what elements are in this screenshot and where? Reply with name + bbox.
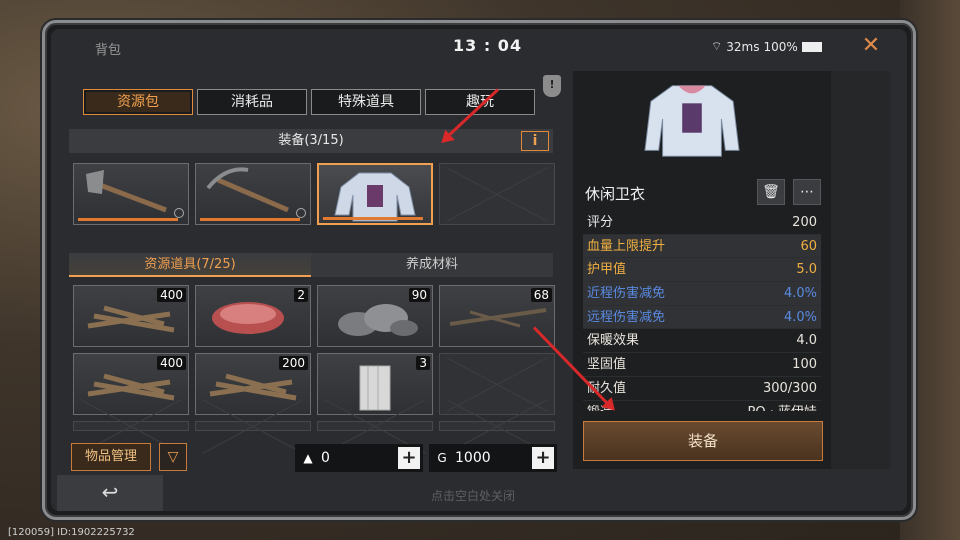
more-options-icon[interactable]: ⋯ xyxy=(793,179,821,205)
equip-slot-pickaxe[interactable] xyxy=(195,163,311,225)
currency-gold: G 1000 + xyxy=(429,444,557,472)
stat-row: 保暖效果 4.0 xyxy=(583,329,821,354)
stat-row: 耐久值 300/300 xyxy=(583,377,821,401)
shield-icon[interactable]: ! xyxy=(543,75,561,97)
durability-bar xyxy=(78,218,178,221)
durability-bar xyxy=(200,218,300,221)
back-arrow-icon: ↩ xyxy=(101,480,119,504)
window-title: 背包 xyxy=(95,43,122,58)
tab-fun[interactable]: 趣玩 xyxy=(425,89,535,115)
stat-row: 评分 200 xyxy=(583,211,821,235)
filter-icon[interactable]: ▽ xyxy=(159,443,187,471)
tab-consumables[interactable]: 消耗品 xyxy=(197,89,307,115)
add-points-button[interactable]: + xyxy=(398,447,420,469)
stat-row: 坚固值 100 xyxy=(583,353,821,377)
axe-icon xyxy=(86,170,167,213)
back-button[interactable]: ↩ xyxy=(57,475,163,511)
decorative-panel xyxy=(831,71,891,469)
clock: 13 : 04 xyxy=(453,36,523,55)
clock-icon xyxy=(174,208,184,218)
inventory-window: 背包 13 : 04 ⌔ 32ms 100% ✕ 资源包 消耗品 特殊道具 趣玩… xyxy=(42,20,916,520)
item-detail-panel: 休闲卫衣 🗑 ⋯ 评分 200 血量上限提升 60 护甲值 5.0 近程伤害减免 4.0… xyxy=(573,71,891,469)
resource-slot[interactable]: 400 xyxy=(73,285,189,347)
info-icon[interactable]: i xyxy=(521,131,549,151)
equip-slot-empty[interactable] xyxy=(439,163,555,225)
stat-row: 远程伤害减免 4.0% xyxy=(583,305,821,330)
stats-list: 评分 200 血量上限提升 60 护甲值 5.0 近程伤害减免 4.0% 远程伤害减免 4… xyxy=(583,211,821,411)
jacket-preview-image xyxy=(644,85,740,157)
inventory-panel: 资源包 消耗品 特殊道具 趣玩 ! 装备(3/15) i 资源道具(7/25) xyxy=(69,71,561,472)
resource-slot-partial xyxy=(195,421,311,431)
item-manage-button[interactable]: 物品管理 xyxy=(71,443,151,471)
stat-row: 血量上限提升 60 xyxy=(583,234,821,259)
subtab-materials[interactable]: 养成材料 xyxy=(311,253,553,277)
latency: 32ms xyxy=(726,39,760,54)
trash-icon[interactable]: 🗑 xyxy=(757,179,785,205)
gold-icon: G xyxy=(437,451,447,465)
equip-slot-jacket[interactable] xyxy=(317,163,433,225)
tab-special-items[interactable]: 特殊道具 xyxy=(311,89,421,115)
clock-icon xyxy=(296,208,306,218)
close-hint: 点击空白处关闭 xyxy=(431,489,516,503)
equip-slot-axe[interactable] xyxy=(73,163,189,225)
stat-row: 护甲值 5.0 xyxy=(583,258,821,283)
wifi-icon: ⌔ xyxy=(711,39,723,53)
item-name: 休闲卫衣 xyxy=(585,185,646,203)
add-gold-button[interactable]: + xyxy=(532,447,554,469)
durability-bar xyxy=(323,217,423,220)
resource-slot-partial xyxy=(439,421,555,431)
resource-slot[interactable]: 90 xyxy=(317,285,433,347)
status-info: ⌔ 32ms 100% xyxy=(711,39,822,54)
pickaxe-icon xyxy=(206,167,289,213)
resource-slot-partial xyxy=(317,421,433,431)
stat-row: 近程伤害减免 4.0% xyxy=(583,282,821,306)
resource-slot[interactable]: 2 xyxy=(195,285,311,347)
battery-icon xyxy=(801,41,822,52)
tab-resource-pack[interactable]: 资源包 xyxy=(83,89,193,115)
resource-slot-partial xyxy=(73,421,189,431)
points-icon: ▲ xyxy=(303,451,313,465)
equipment-section-header: 装备(3/15) i xyxy=(69,129,553,153)
footer-id: [120059] ID:1902225732 xyxy=(8,527,135,538)
currency-points: ▲ 0 + xyxy=(295,444,423,472)
subtab-resource-items[interactable]: 资源道具(7/25) xyxy=(69,253,311,277)
equip-button[interactable]: 装备 xyxy=(583,421,823,461)
battery-text: 100% xyxy=(763,39,798,54)
jacket-icon xyxy=(334,172,416,222)
resource-slot[interactable]: 68 xyxy=(439,285,555,347)
close-icon[interactable]: ✕ xyxy=(859,35,883,59)
